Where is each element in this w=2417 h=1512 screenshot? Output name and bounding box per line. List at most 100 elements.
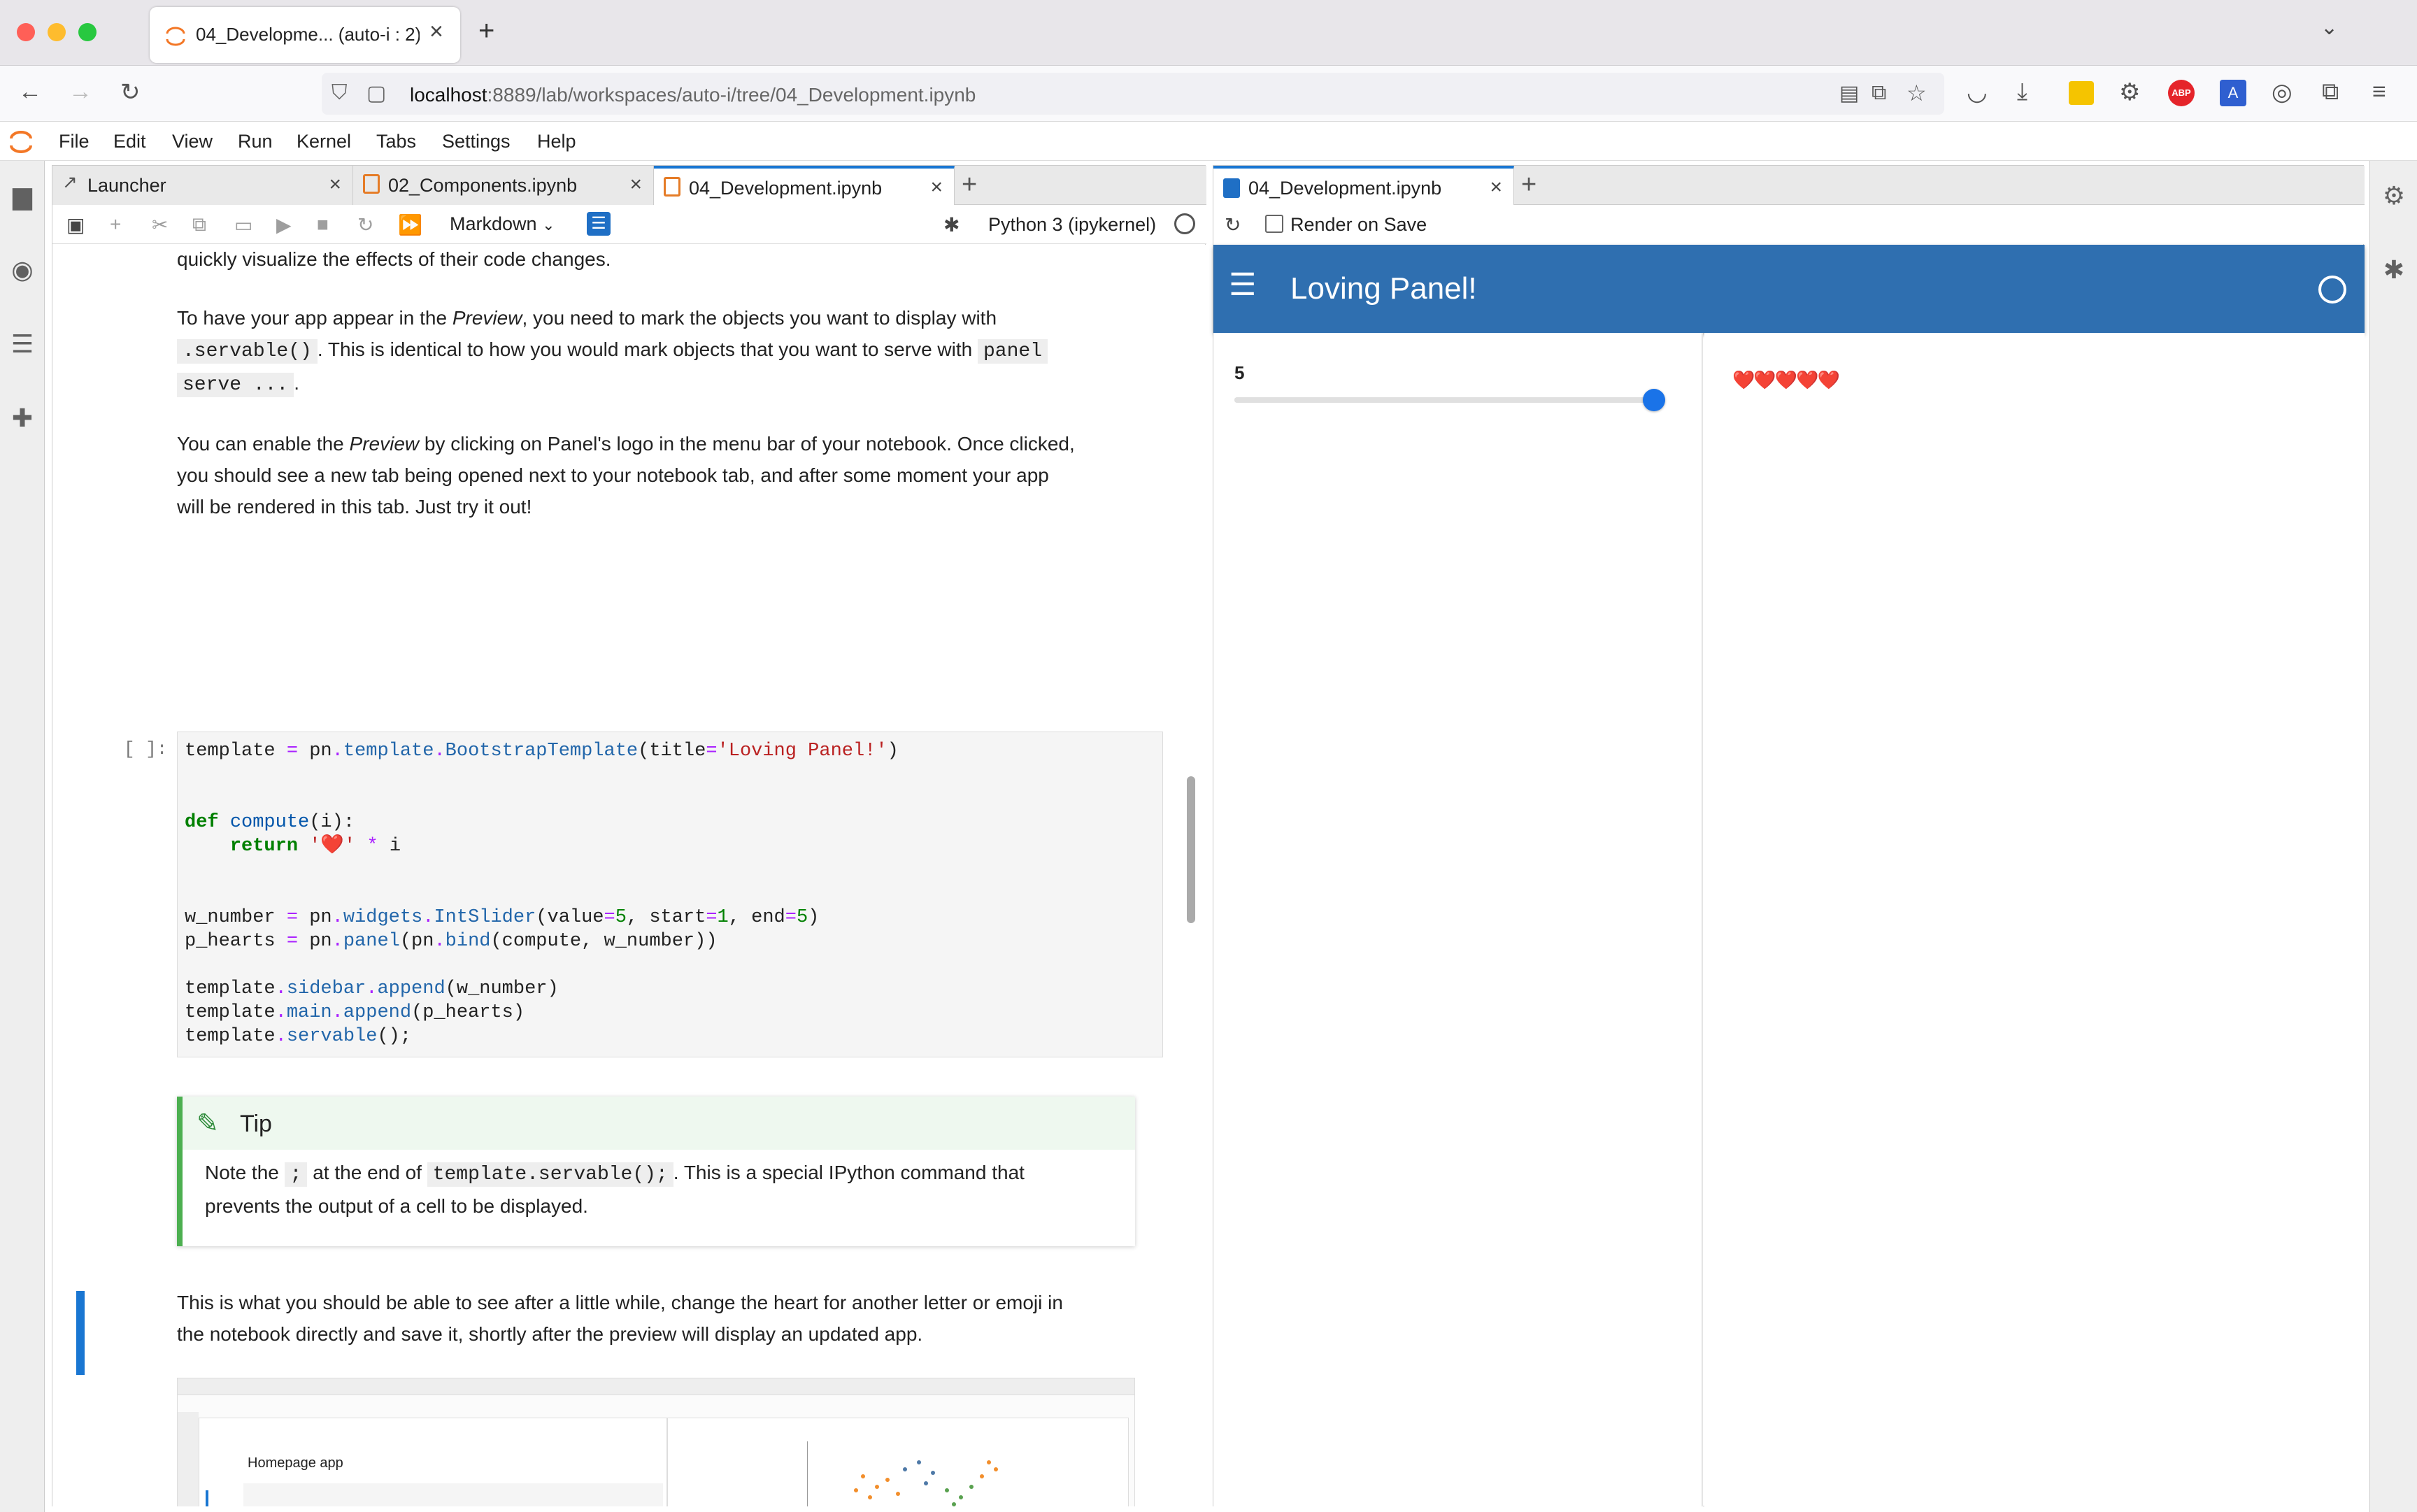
- markdown-paragraph: To have your app appear in the Preview, …: [177, 302, 1198, 401]
- notebook-dock-panel: ↗ Launcher × 02_Components.ipynb × 04_De…: [52, 165, 1206, 1506]
- url-bar[interactable]: ⛉ ▢ localhost:8889/lab/workspaces/auto-i…: [322, 73, 1944, 115]
- menu-settings[interactable]: Settings: [442, 131, 511, 152]
- shield-icon[interactable]: ⛉: [331, 81, 348, 105]
- running-sessions-icon[interactable]: ◉: [8, 256, 36, 284]
- close-window-button[interactable]: [17, 23, 35, 41]
- reload-icon[interactable]: ↻: [1225, 213, 1241, 236]
- property-inspector-icon[interactable]: ⚙: [2380, 182, 2408, 210]
- markdown-paragraph: This is what you should be able to see a…: [177, 1292, 1063, 1345]
- run-all-icon[interactable]: ⏩: [398, 213, 422, 236]
- jupyter-logo-icon[interactable]: [8, 127, 34, 155]
- extension-yellow-icon[interactable]: [2069, 81, 2094, 105]
- int-slider[interactable]: [1234, 389, 1665, 411]
- browser-tab-title: 04_Developme... (auto-i : 2) - Ju: [196, 24, 420, 45]
- inline-code: ;: [284, 1162, 308, 1187]
- markdown-paragraph: quickly visualize the effects of their c…: [177, 248, 611, 270]
- close-tab-icon[interactable]: ×: [930, 176, 943, 199]
- hamburger-menu-icon[interactable]: ≡: [2372, 78, 2386, 106]
- close-tab-icon[interactable]: ×: [329, 173, 341, 197]
- stop-icon[interactable]: ■: [317, 213, 329, 236]
- inline-code: template.servable();: [427, 1162, 673, 1187]
- paste-icon[interactable]: ▭: [234, 213, 252, 236]
- translate-icon[interactable]: ⧉: [1871, 81, 1886, 105]
- menu-help[interactable]: Help: [537, 131, 576, 152]
- notebook-content[interactable]: quickly visualize the effects of their c…: [52, 245, 1206, 1506]
- translator-extension-icon[interactable]: A: [2220, 80, 2246, 106]
- page-info-icon[interactable]: ▢: [366, 81, 386, 106]
- tab-preview[interactable]: 04_Development.ipynb ×: [1213, 166, 1514, 206]
- download-icon[interactable]: ⤓: [2017, 78, 2027, 106]
- browser-tab-active[interactable]: 04_Developme... (auto-i : 2) - Ju ×: [150, 7, 460, 63]
- back-arrow-icon[interactable]: ←: [18, 78, 42, 106]
- debugger-bug-icon[interactable]: ✱: [2380, 256, 2408, 284]
- cut-icon[interactable]: ✂: [152, 213, 168, 236]
- panel-preview-icon[interactable]: ☰: [587, 212, 611, 236]
- notebook-toolbar: ▣ + ✂ ⧉ ▭ ▶ ■ ↻ ⏩ Markdown ⌄ ☰ ✱ Python …: [52, 205, 1206, 244]
- hamburger-menu-icon[interactable]: ☰: [1229, 270, 1256, 301]
- menu-file[interactable]: File: [59, 131, 90, 152]
- inline-code: serve ...: [177, 373, 294, 397]
- close-tab-icon[interactable]: ×: [1490, 176, 1502, 199]
- markdown-paragraph: You can enable the Preview by clicking o…: [177, 433, 1075, 518]
- notebook-tab-bar: ↗ Launcher × 02_Components.ipynb × 04_De…: [52, 166, 1206, 206]
- folder-icon[interactable]: ▆: [8, 182, 36, 210]
- run-icon[interactable]: ▶: [276, 213, 292, 236]
- extensions-puzzle-icon[interactable]: ⧉: [2322, 78, 2339, 106]
- extensions-puzzle-icon[interactable]: ✚: [8, 404, 36, 432]
- code-editor[interactable]: template = pn.template.BootstrapTemplate…: [185, 739, 899, 1048]
- tab-development-notebook[interactable]: 04_Development.ipynb ×: [654, 166, 955, 206]
- tab-label: 02_Components.ipynb: [388, 175, 578, 196]
- tab-label: 04_Development.ipynb: [689, 178, 883, 199]
- table-of-contents-icon[interactable]: ☰: [8, 330, 36, 358]
- app-main-area: ❤️❤️❤️❤️❤️: [1704, 333, 2365, 1506]
- menu-run[interactable]: Run: [238, 131, 273, 152]
- embed-title: Homepage app: [248, 1455, 343, 1471]
- jupyter-favicon-icon: [166, 27, 185, 46]
- tab-components-notebook[interactable]: 02_Components.ipynb ×: [353, 166, 654, 205]
- tab-list-chevron-icon[interactable]: ⌄: [2320, 15, 2338, 40]
- notebook-file-icon: [664, 177, 680, 197]
- new-tab-button[interactable]: +: [478, 15, 494, 47]
- reader-view-icon[interactable]: ▤: [1839, 81, 1859, 106]
- add-tab-button[interactable]: +: [1521, 170, 1537, 200]
- scrollbar-thumb[interactable]: [1187, 776, 1195, 923]
- menu-view[interactable]: View: [172, 131, 213, 152]
- minimize-window-button[interactable]: [48, 23, 66, 41]
- adblock-icon[interactable]: ABP: [2168, 80, 2195, 106]
- zoom-window-button[interactable]: [78, 23, 97, 41]
- forward-arrow-icon[interactable]: →: [69, 78, 92, 106]
- close-tab-icon[interactable]: ×: [429, 18, 443, 45]
- kernel-name[interactable]: Python 3 (ipykernel): [988, 214, 1156, 236]
- menu-edit[interactable]: Edit: [113, 131, 146, 152]
- insert-cell-icon[interactable]: +: [110, 213, 121, 236]
- embedded-screenshot-image: Homepage app: [177, 1378, 1135, 1506]
- app-sidebar: 5: [1213, 333, 1703, 1506]
- chevron-down-icon: ⌄: [542, 216, 555, 234]
- slider-handle[interactable]: [1643, 389, 1665, 411]
- close-tab-icon[interactable]: ×: [629, 173, 642, 197]
- active-cell-indicator: [76, 1291, 85, 1375]
- render-on-save-checkbox[interactable]: [1265, 215, 1283, 233]
- code-cell[interactable]: template = pn.template.BootstrapTemplate…: [177, 732, 1163, 1057]
- launcher-icon: ↗: [62, 171, 78, 192]
- extension-gear-icon[interactable]: ⚙: [2119, 78, 2140, 106]
- reload-icon[interactable]: ↻: [120, 78, 141, 106]
- menu-kernel[interactable]: Kernel: [297, 131, 351, 152]
- panel-preview-icon: [1223, 178, 1240, 198]
- slider-value-label: 5: [1234, 362, 1245, 383]
- tip-body: Note the ; at the end of template.servab…: [205, 1162, 1025, 1217]
- restart-icon[interactable]: ↻: [357, 213, 373, 236]
- debugger-bug-icon[interactable]: ✱: [943, 213, 960, 236]
- cell-type-select[interactable]: Markdown ⌄: [450, 213, 555, 235]
- extension-circle-icon[interactable]: ◎: [2272, 78, 2293, 106]
- notebook-file-icon: [363, 174, 380, 194]
- add-tab-button[interactable]: +: [962, 170, 977, 200]
- pocket-icon[interactable]: ◡: [1967, 78, 1988, 106]
- browser-navbar: ← → ↻ ⛉ ▢ localhost:8889/lab/workspaces/…: [0, 66, 2417, 122]
- tab-launcher[interactable]: ↗ Launcher ×: [52, 166, 353, 205]
- bookmark-star-icon[interactable]: ☆: [1906, 80, 1927, 106]
- cell-prompt: [ ]:: [124, 739, 168, 759]
- menu-tabs[interactable]: Tabs: [376, 131, 416, 152]
- save-icon[interactable]: ▣: [66, 213, 85, 236]
- copy-icon[interactable]: ⧉: [192, 213, 206, 236]
